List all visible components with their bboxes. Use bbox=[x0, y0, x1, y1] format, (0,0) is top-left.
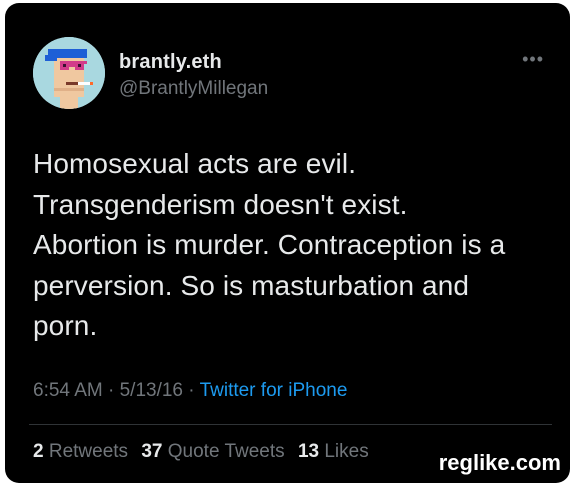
divider bbox=[29, 424, 552, 425]
meta-separator: · bbox=[183, 380, 200, 401]
retweets-label: Retweets bbox=[48, 441, 129, 462]
quote-tweets-label: Quote Tweets bbox=[167, 441, 285, 462]
quote-tweets-count: 37 bbox=[141, 441, 163, 462]
tweet-text: Homosexual acts are evil. Transgenderism… bbox=[33, 144, 553, 347]
avatar[interactable] bbox=[33, 37, 105, 109]
user-handle[interactable]: @BrantlyMillegan bbox=[119, 78, 268, 100]
tweet-stats: 2 Retweets 37 Quote Tweets 13 Likes bbox=[33, 441, 377, 463]
more-options-icon[interactable]: ••• bbox=[522, 49, 544, 70]
pixel-avatar-icon bbox=[33, 37, 105, 109]
meta-separator: · bbox=[102, 380, 120, 401]
tweet-date[interactable]: 5/13/16 bbox=[120, 380, 183, 401]
retweets-stat[interactable]: 2 Retweets bbox=[33, 441, 128, 462]
tweet-text-line: Homosexual acts are evil. bbox=[33, 148, 357, 179]
likes-stat[interactable]: 13 Likes bbox=[298, 441, 369, 462]
quote-tweets-stat[interactable]: 37 Quote Tweets bbox=[141, 441, 284, 462]
tweet-source-link[interactable]: Twitter for iPhone bbox=[200, 380, 348, 401]
tweet-text-line: perversion. So is masturbation and bbox=[33, 269, 470, 301]
likes-label: Likes bbox=[324, 441, 369, 462]
display-name[interactable]: brantly.eth bbox=[119, 51, 222, 74]
tweet-text-line: porn. bbox=[33, 310, 98, 341]
tweet-text-line: Abortion is murder. Contraception is a bbox=[33, 229, 506, 260]
watermark: reglike.com bbox=[434, 448, 565, 478]
retweets-count: 2 bbox=[33, 441, 44, 462]
likes-count: 13 bbox=[297, 441, 320, 462]
tweet-metadata: 6:54 AM · 5/13/16 · Twitter for iPhone bbox=[33, 380, 347, 402]
tweet-time[interactable]: 6:54 AM bbox=[33, 380, 103, 401]
tweet-card: brantly.eth @BrantlyMillegan ••• Homosex… bbox=[5, 3, 570, 483]
tweet-text-line: Transgenderism doesn't exist. bbox=[33, 188, 408, 220]
